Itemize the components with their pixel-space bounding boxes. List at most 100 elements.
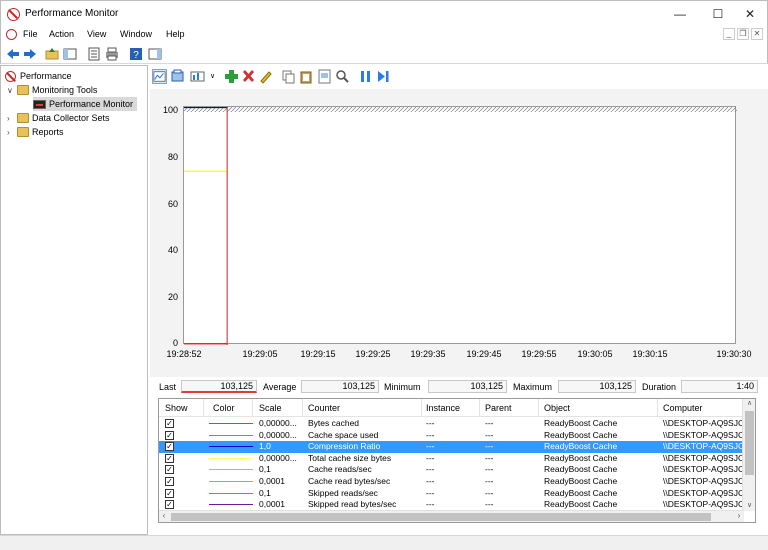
mdi-close-button[interactable]: ✕ (751, 28, 763, 40)
counter-row[interactable]: ✓ 0,1 Skipped reads/sec --- --- ReadyBoost Ca… (159, 488, 744, 500)
counter-row[interactable]: ✓ 1,0 Compression Ratio --- --- ReadyBoost Ca… (159, 441, 744, 453)
show-hide-console-tree-icon[interactable] (63, 47, 77, 61)
x-tick-label: 19:28:52 (166, 349, 202, 359)
copy-properties-icon[interactable] (281, 69, 296, 84)
freeze-display-icon[interactable] (358, 69, 373, 84)
cell-counter: Cache read bytes/sec (308, 476, 391, 486)
tree-item-data-collector-sets[interactable]: › Data Collector Sets (7, 111, 110, 125)
vertical-scrollbar[interactable]: ∧ ∨ (742, 399, 755, 511)
tree-item-performance-monitor[interactable]: Performance Monitor (33, 97, 138, 111)
cell-scale: 0,1 (259, 487, 271, 498)
mdi-minimize-button[interactable]: _ (723, 28, 735, 40)
column-header-instance[interactable]: Instance (426, 403, 460, 413)
delete-counter-icon[interactable] (241, 69, 256, 84)
column-separator[interactable] (203, 399, 204, 417)
show-checkbox[interactable]: ✓ (165, 477, 174, 486)
tree-item-reports[interactable]: › Reports (7, 125, 64, 139)
graph-type-dropdown-icon[interactable]: ∨ (205, 69, 220, 84)
print-icon[interactable] (105, 47, 119, 61)
show-checkbox[interactable]: ✓ (165, 465, 174, 475)
forward-arrow-icon[interactable] (23, 47, 37, 61)
average-label: Average (263, 382, 297, 392)
tree-item-monitoring-tools[interactable]: ∨ Monitoring Tools (7, 83, 97, 97)
title-bar: Performance Monitor — ☐ ✕ (0, 0, 768, 26)
menu-file[interactable]: File (23, 29, 38, 39)
column-separator[interactable] (479, 399, 480, 417)
horizontal-scroll-thumb[interactable] (171, 513, 711, 521)
menu-window[interactable]: Window (120, 29, 152, 39)
vertical-scroll-thumb[interactable] (745, 411, 754, 475)
column-header-show[interactable]: Show (165, 403, 188, 413)
chevron-right-icon[interactable]: › (7, 114, 17, 123)
show-checkbox[interactable]: ✓ (165, 430, 174, 440)
column-header-parent[interactable]: Parent (485, 403, 512, 413)
cell-parent: --- (485, 499, 494, 510)
chevron-down-icon[interactable]: ∨ (7, 86, 17, 95)
cell-instance: --- (426, 476, 435, 486)
show-hide-action-pane-icon[interactable] (148, 47, 162, 61)
show-checkbox[interactable]: ✓ (165, 453, 174, 463)
column-separator[interactable] (252, 399, 253, 417)
counter-row[interactable]: ✓ 0,0001 Cache read bytes/sec --- --- ReadyBo… (159, 476, 744, 488)
change-graph-type-icon[interactable] (190, 69, 205, 84)
cell-computer: \\DESKTOP-AQ9SJC (663, 464, 745, 475)
mdi-restore-button[interactable]: ❐ (737, 28, 749, 40)
x-tick-label: 19:30:30 (716, 349, 752, 359)
show-checkbox[interactable]: ✓ (165, 419, 174, 428)
view-log-data-icon[interactable] (170, 69, 185, 84)
y-tick-label: 80 (167, 152, 178, 162)
menu-help[interactable]: Help (166, 29, 185, 39)
counter-row[interactable]: ✓ 0,1 Cache reads/sec --- --- ReadyBoost Cach… (159, 464, 744, 476)
show-checkbox[interactable]: ✓ (165, 488, 174, 498)
menu-action[interactable]: Action (49, 29, 74, 39)
scroll-up-arrow-icon[interactable]: ∧ (743, 399, 755, 409)
column-header-scale[interactable]: Scale (259, 403, 282, 413)
show-checkbox[interactable]: ✓ (165, 442, 174, 452)
menu-view[interactable]: View (87, 29, 106, 39)
cell-computer: \\DESKTOP-AQ9SJC (663, 418, 745, 428)
chevron-right-icon[interactable]: › (7, 128, 17, 137)
scroll-left-arrow-icon[interactable]: ‹ (159, 511, 169, 522)
counter-row[interactable]: ✓ 0,00000... Bytes cached --- --- ReadyBoost … (159, 418, 744, 430)
update-data-icon[interactable] (376, 69, 391, 84)
paste-counter-list-icon[interactable] (299, 69, 314, 84)
counter-color-swatch (209, 469, 253, 471)
column-separator[interactable] (538, 399, 539, 417)
minimize-button[interactable]: — (661, 1, 699, 27)
horizontal-scrollbar[interactable]: ‹ › (159, 510, 744, 522)
cell-scale: 0,0001 (259, 499, 285, 510)
x-tick-label: 19:29:05 (242, 349, 278, 359)
show-checkbox[interactable]: ✓ (165, 500, 174, 510)
back-arrow-icon[interactable] (6, 47, 20, 61)
add-counter-icon[interactable] (224, 69, 239, 84)
column-header-color[interactable]: Color (213, 403, 235, 413)
zoom-icon[interactable] (335, 69, 350, 84)
counter-row[interactable]: ✓ 0,00000... Total cache size bytes --- --- R… (159, 453, 744, 465)
column-separator[interactable] (302, 399, 303, 417)
help-icon[interactable]: ? (129, 47, 143, 61)
column-separator[interactable] (657, 399, 658, 417)
column-header-computer[interactable]: Computer (663, 403, 703, 413)
counter-color-swatch (209, 457, 253, 459)
column-header-counter[interactable]: Counter (308, 403, 340, 413)
cell-computer: \\DESKTOP-AQ9SJC (663, 476, 745, 486)
properties-icon[interactable] (87, 47, 101, 61)
close-button[interactable]: ✕ (731, 1, 768, 27)
y-tick-label: 60 (167, 199, 178, 209)
view-current-activity-icon[interactable] (152, 69, 167, 84)
line-graph[interactable] (183, 106, 737, 345)
document-system-menu-icon[interactable] (6, 29, 17, 40)
tree-item-performance[interactable]: Performance (5, 69, 72, 83)
last-value: 103,125 (181, 380, 257, 393)
data-collector-sets-folder-icon (17, 113, 29, 123)
highlight-icon[interactable] (258, 69, 273, 84)
scroll-down-arrow-icon[interactable]: ∨ (743, 501, 755, 511)
counter-row[interactable]: ✓ 0,00000... Cache space used --- --- ReadyBo… (159, 430, 744, 442)
up-folder-icon[interactable] (45, 47, 59, 61)
column-separator[interactable] (421, 399, 422, 417)
counter-legend-grid[interactable]: Show Color Scale Counter Instance Parent… (158, 398, 756, 523)
counter-properties-icon[interactable] (317, 69, 332, 84)
column-header-object[interactable]: Object (544, 403, 570, 413)
counter-color-swatch (209, 446, 253, 448)
scroll-right-arrow-icon[interactable]: › (734, 511, 744, 522)
